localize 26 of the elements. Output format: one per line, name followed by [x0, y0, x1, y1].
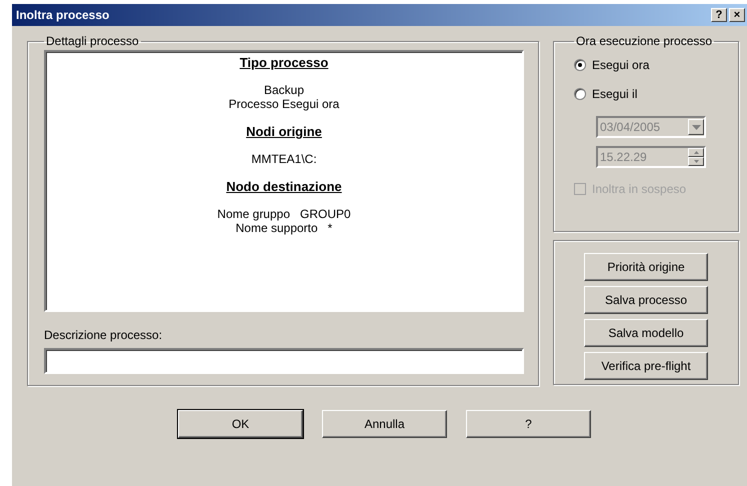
action-button[interactable]: Priorità origine: [584, 253, 708, 281]
action-button[interactable]: Salva processo: [584, 286, 708, 314]
section-heading: Nodo destinazione: [226, 179, 342, 194]
radio-label[interactable]: Esegui il: [592, 87, 638, 101]
action-button[interactable]: Salva modello: [584, 319, 708, 347]
section-heading: Tipo processo: [240, 55, 328, 70]
radio-button[interactable]: [574, 88, 586, 100]
action-button[interactable]: Verifica pre-flight: [584, 352, 708, 380]
field-label: Descrizione processo:: [44, 328, 164, 342]
detail-text: Nome gruppo GROUP0: [217, 207, 351, 221]
group-label: Ora esecuzione processo: [575, 34, 714, 48]
window-title: Inoltra processo: [16, 8, 110, 22]
ok-button[interactable]: OK: [178, 410, 303, 438]
detail-text: Nome supporto *: [236, 221, 332, 235]
close-button[interactable]: ×: [729, 8, 745, 22]
group-label: Dettagli processo: [45, 34, 140, 48]
radio-label[interactable]: Esegui ora: [592, 58, 650, 72]
radio-button[interactable]: [574, 59, 586, 71]
help-button[interactable]: ?: [466, 410, 591, 438]
detail-text: MMTEA1\C:: [251, 152, 317, 166]
detail-text: Processo Esegui ora: [228, 97, 340, 111]
cancel-button[interactable]: Annulla: [322, 410, 447, 438]
section-heading: Nodi origine: [246, 124, 322, 139]
help-button[interactable]: ?: [711, 8, 727, 22]
detail-text: Backup: [264, 83, 304, 97]
description-field[interactable]: [44, 348, 524, 374]
